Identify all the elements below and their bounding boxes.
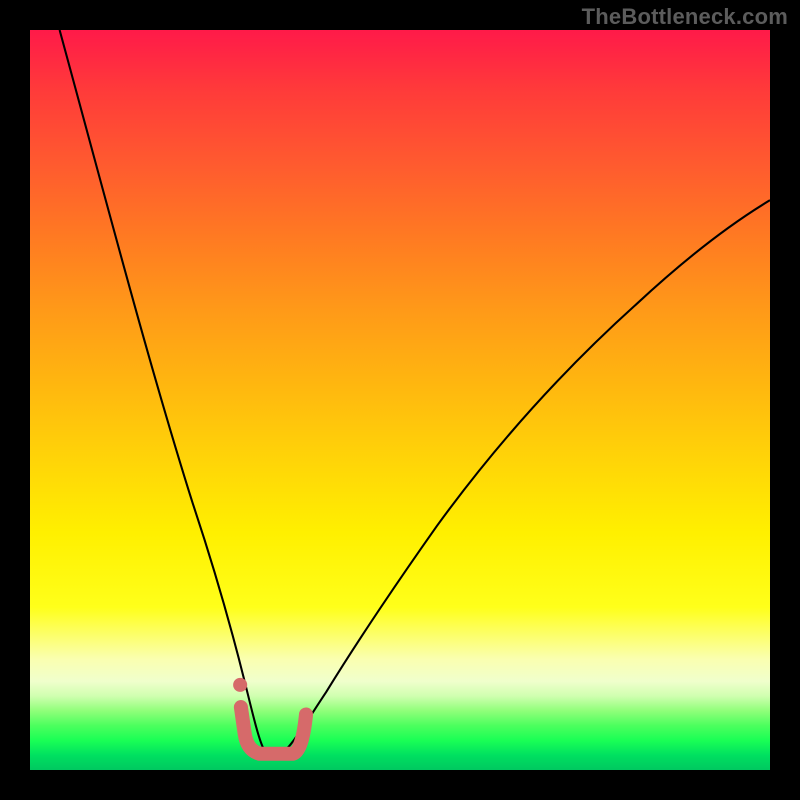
bottleneck-curve — [60, 30, 770, 755]
highlight-bracket — [241, 707, 306, 754]
highlight-dot — [233, 678, 247, 692]
plot-area — [30, 30, 770, 770]
curve-layer — [30, 30, 770, 770]
watermark-text: TheBottleneck.com — [582, 4, 788, 30]
chart-frame: TheBottleneck.com — [0, 0, 800, 800]
